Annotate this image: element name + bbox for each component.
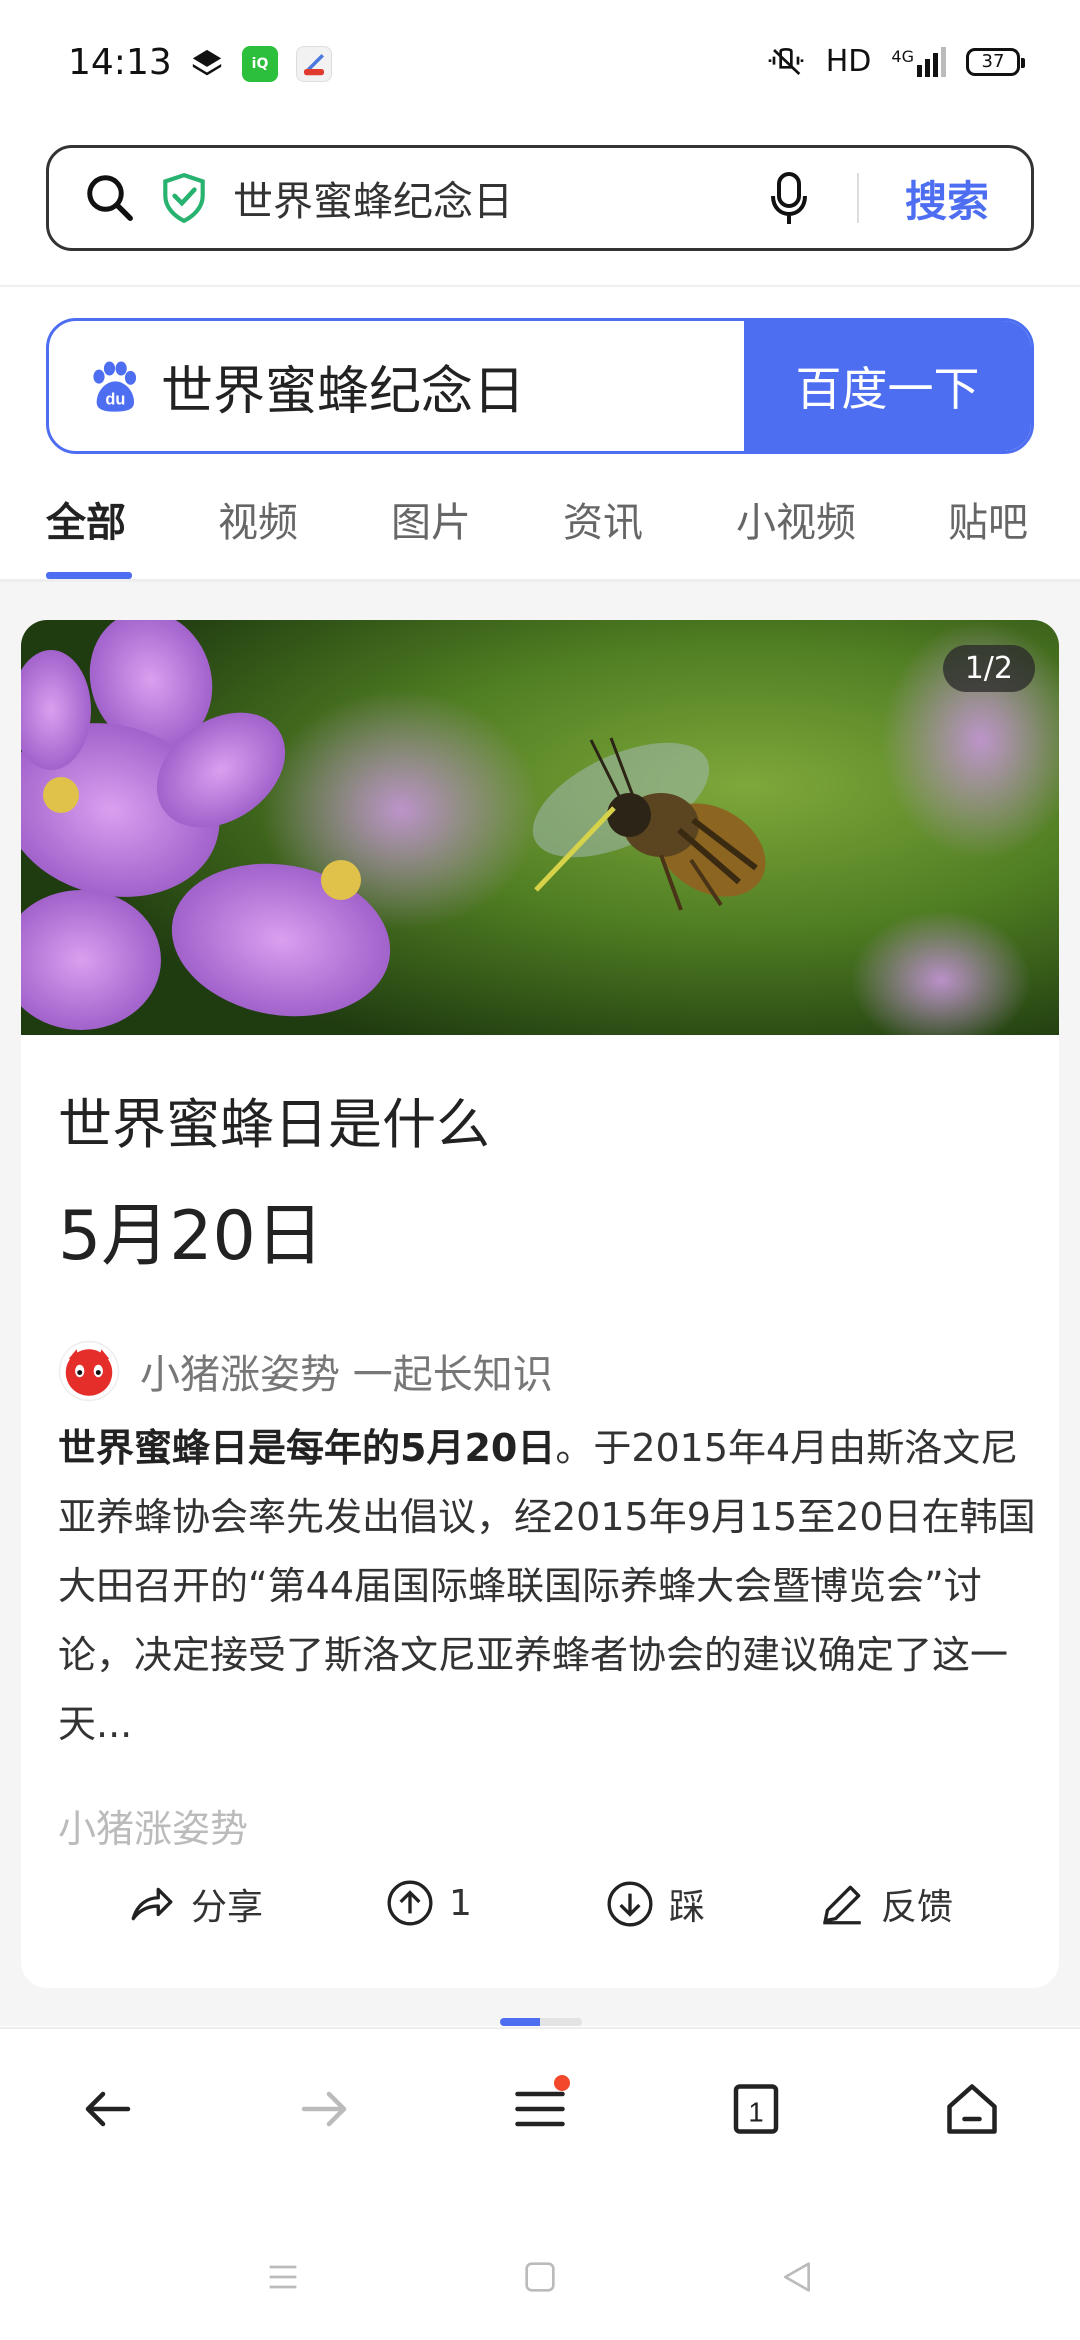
- baidu-query-text[interactable]: 世界蜜蜂纪念日: [161, 349, 525, 424]
- forward-button[interactable]: [284, 2069, 364, 2149]
- back-button[interactable]: [68, 2069, 148, 2149]
- notification-dot: [554, 2075, 570, 2091]
- result-tabs: 全部 视频 图片 资讯 小视频 贴吧: [0, 470, 1080, 580]
- card-pager-indicator: [500, 2018, 582, 2026]
- triangle-back-icon: [784, 2262, 810, 2292]
- microphone-icon[interactable]: [769, 170, 809, 226]
- battery-level: 37: [981, 51, 1005, 72]
- security-shield-icon: [163, 172, 205, 224]
- tab-tieba[interactable]: 贴吧: [948, 490, 1028, 548]
- answer-card: 1/2 世界蜜蜂日是什么 5月20日 小猪涨姿势 一起长知识 世界蜜蜂日是每年的…: [21, 620, 1059, 1988]
- home-icon: [947, 2084, 997, 2134]
- status-right-icons: HD 4G 37: [766, 44, 1025, 79]
- baidu-search-button[interactable]: 百度一下: [744, 321, 1031, 451]
- system-home-button[interactable]: [515, 2252, 565, 2302]
- feedback-button[interactable]: 反馈: [817, 1878, 953, 1930]
- status-notification-icons: iQ: [190, 46, 332, 82]
- browser-toolbar: 1: [0, 2027, 1080, 2187]
- source-footer[interactable]: 小猪涨姿势: [58, 1798, 248, 1853]
- recent-apps-button[interactable]: [258, 2252, 308, 2302]
- downvote-label: 踩: [669, 1887, 706, 1928]
- vibrate-mute-icon: [768, 47, 804, 75]
- baidu-search-bar[interactable]: du 世界蜜蜂纪念日 百度一下: [46, 318, 1034, 454]
- tab-images[interactable]: 图片: [391, 490, 471, 548]
- arrow-left-icon: [85, 2091, 131, 2127]
- home-button[interactable]: [932, 2069, 1012, 2149]
- image-counter-badge: 1/2: [942, 645, 1035, 692]
- network-type: HD: [825, 44, 872, 79]
- address-search-box[interactable]: 世界蜜蜂纪念日 搜索: [46, 145, 1034, 251]
- bee-photo[interactable]: [21, 620, 1059, 1035]
- arrow-right-icon: [301, 2091, 347, 2127]
- tab-all[interactable]: 全部: [46, 490, 126, 548]
- system-navigation-bar: [0, 2230, 1080, 2320]
- signal-icon: 4G: [891, 46, 946, 77]
- source-name[interactable]: 小猪涨姿势 一起长知识: [140, 1342, 553, 1400]
- square-home-icon: [525, 2262, 555, 2292]
- share-icon: [131, 1887, 173, 1921]
- snippet-highlight: 世界蜜蜂日是每年的5月20日: [58, 1426, 556, 1470]
- search-button[interactable]: 搜索: [905, 168, 989, 229]
- status-time: 14:13: [68, 42, 172, 83]
- snippet-text: 。于2015年4月由斯洛文尼亚养蜂协会率先发出倡议，经2015年9月15至20日…: [58, 1426, 1036, 1746]
- pig-avatar: [58, 1340, 120, 1402]
- share-button[interactable]: 分享: [127, 1878, 263, 1930]
- upvote-icon: [387, 1880, 433, 1926]
- svg-text:du: du: [105, 391, 125, 409]
- card-actions: 分享 1 踩 反馈: [21, 1878, 1059, 1958]
- divider: [856, 173, 859, 223]
- downvote-button[interactable]: 踩: [605, 1878, 705, 1930]
- answer-title[interactable]: 世界蜜蜂日是什么: [58, 1080, 490, 1159]
- feedback-label: 反馈: [881, 1887, 954, 1928]
- signal-label: 4G: [891, 46, 914, 66]
- recent-apps-icon: [269, 2265, 297, 2289]
- battery-icon: 37: [966, 47, 1025, 76]
- tab-video[interactable]: 视频: [218, 490, 298, 548]
- answer-value: 5月20日: [58, 1197, 324, 1276]
- svg-text:1: 1: [748, 2097, 763, 2128]
- search-query-text[interactable]: 世界蜜蜂纪念日: [233, 169, 769, 227]
- tab-news[interactable]: 资讯: [563, 490, 643, 548]
- answer-snippet[interactable]: 世界蜜蜂日是每年的5月20日。于2015年4月由斯洛文尼亚养蜂协会率先发出倡议，…: [58, 1414, 1038, 1759]
- system-back-button[interactable]: [772, 2252, 822, 2302]
- search-icon: [87, 175, 133, 221]
- upvote-button[interactable]: 1: [385, 1878, 472, 1928]
- upvote-count: 1: [449, 1882, 472, 1924]
- menu-button[interactable]: [500, 2069, 580, 2149]
- tabs-button[interactable]: 1: [716, 2069, 796, 2149]
- source-row[interactable]: 小猪涨姿势 一起长知识: [58, 1340, 553, 1402]
- header-divider: [0, 285, 1080, 287]
- status-bar: 14:13 iQ HD 4G 37: [0, 0, 1080, 130]
- edit-pencil-icon: [823, 1885, 861, 1925]
- downvote-icon: [607, 1881, 653, 1927]
- iqiyi-app-icon: iQ: [242, 46, 278, 82]
- tab-short-video[interactable]: 小视频: [736, 490, 856, 548]
- news-app-icon: [296, 46, 332, 82]
- active-tab-indicator: [46, 572, 132, 579]
- tab-count-icon: 1: [733, 2084, 779, 2134]
- baidu-search-input[interactable]: du 世界蜜蜂纪念日: [49, 321, 744, 451]
- baidu-paw-icon: du: [93, 361, 137, 412]
- share-label: 分享: [191, 1887, 264, 1928]
- layers-icon: [192, 49, 222, 76]
